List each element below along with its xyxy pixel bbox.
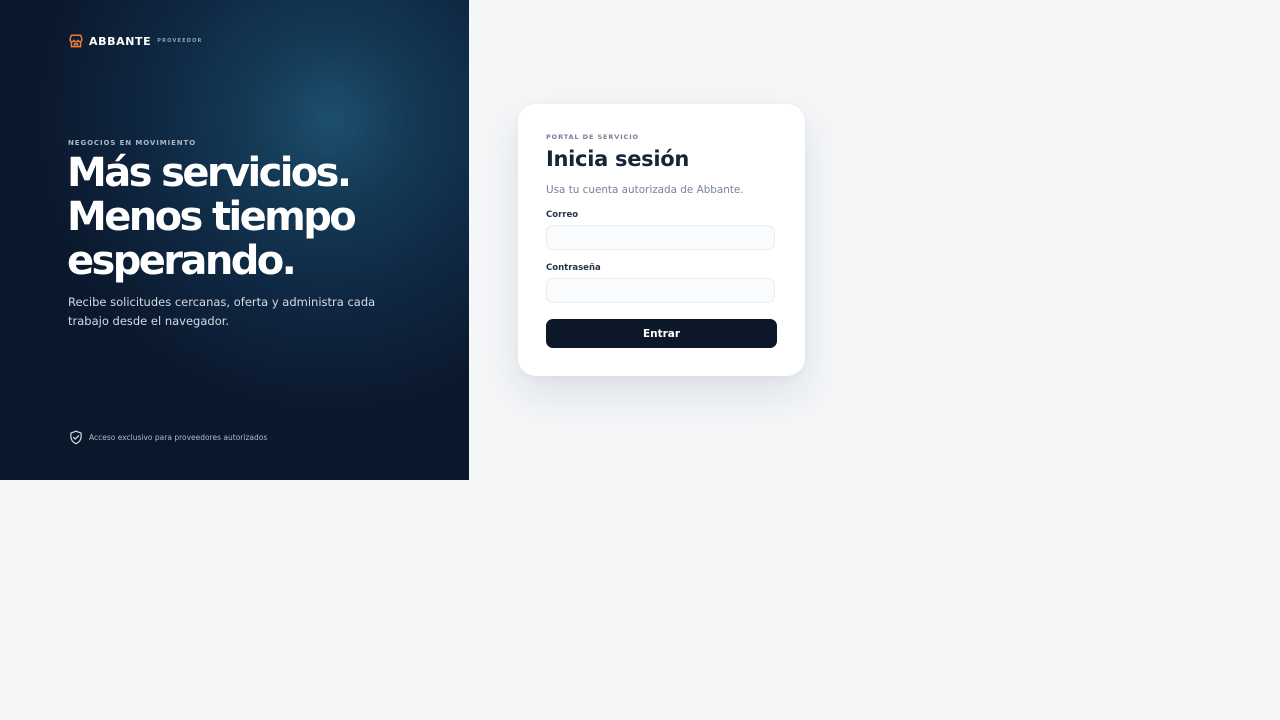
login-subtitle: Usa tu cuenta autorizada de Abbante. bbox=[546, 184, 744, 196]
email-field[interactable] bbox=[546, 225, 775, 250]
provider-login-page: ABBANTE PROVEEDOR NEGOCIOS EN MOVIMIENTO… bbox=[0, 0, 1280, 720]
brand-tag: PROVEEDOR bbox=[157, 38, 203, 44]
brand-name: ABBANTE bbox=[89, 34, 152, 48]
hero-headline: Más servicios. Menos tiempo esperando. bbox=[67, 151, 457, 283]
portal-eyebrow: PORTAL DE SERVICIO bbox=[546, 133, 639, 141]
access-note-text: Acceso exclusivo para proveedores autori… bbox=[89, 433, 268, 442]
headline-line: Menos tiempo bbox=[67, 194, 357, 240]
headline-line: Más servicios. bbox=[67, 150, 352, 196]
headline-line: esperando. bbox=[67, 238, 297, 284]
password-label: Contraseña bbox=[546, 263, 601, 273]
hero-eyebrow: NEGOCIOS EN MOVIMIENTO bbox=[68, 139, 197, 147]
password-field[interactable] bbox=[546, 278, 775, 303]
login-button[interactable]: Entrar bbox=[546, 319, 777, 348]
hero-panel: ABBANTE PROVEEDOR NEGOCIOS EN MOVIMIENTO… bbox=[0, 0, 469, 480]
storefront-icon bbox=[68, 33, 84, 49]
brand-logo: ABBANTE PROVEEDOR bbox=[68, 33, 203, 49]
login-card: PORTAL DE SERVICIO Inicia sesión Usa tu … bbox=[518, 104, 805, 376]
login-title: Inicia sesión bbox=[546, 147, 690, 171]
hero-description: Recibe solicitudes cercanas, oferta y ad… bbox=[68, 295, 376, 328]
email-label: Correo bbox=[546, 210, 579, 220]
access-note: Acceso exclusivo para proveedores autori… bbox=[69, 430, 267, 445]
shield-check-icon bbox=[69, 430, 83, 445]
